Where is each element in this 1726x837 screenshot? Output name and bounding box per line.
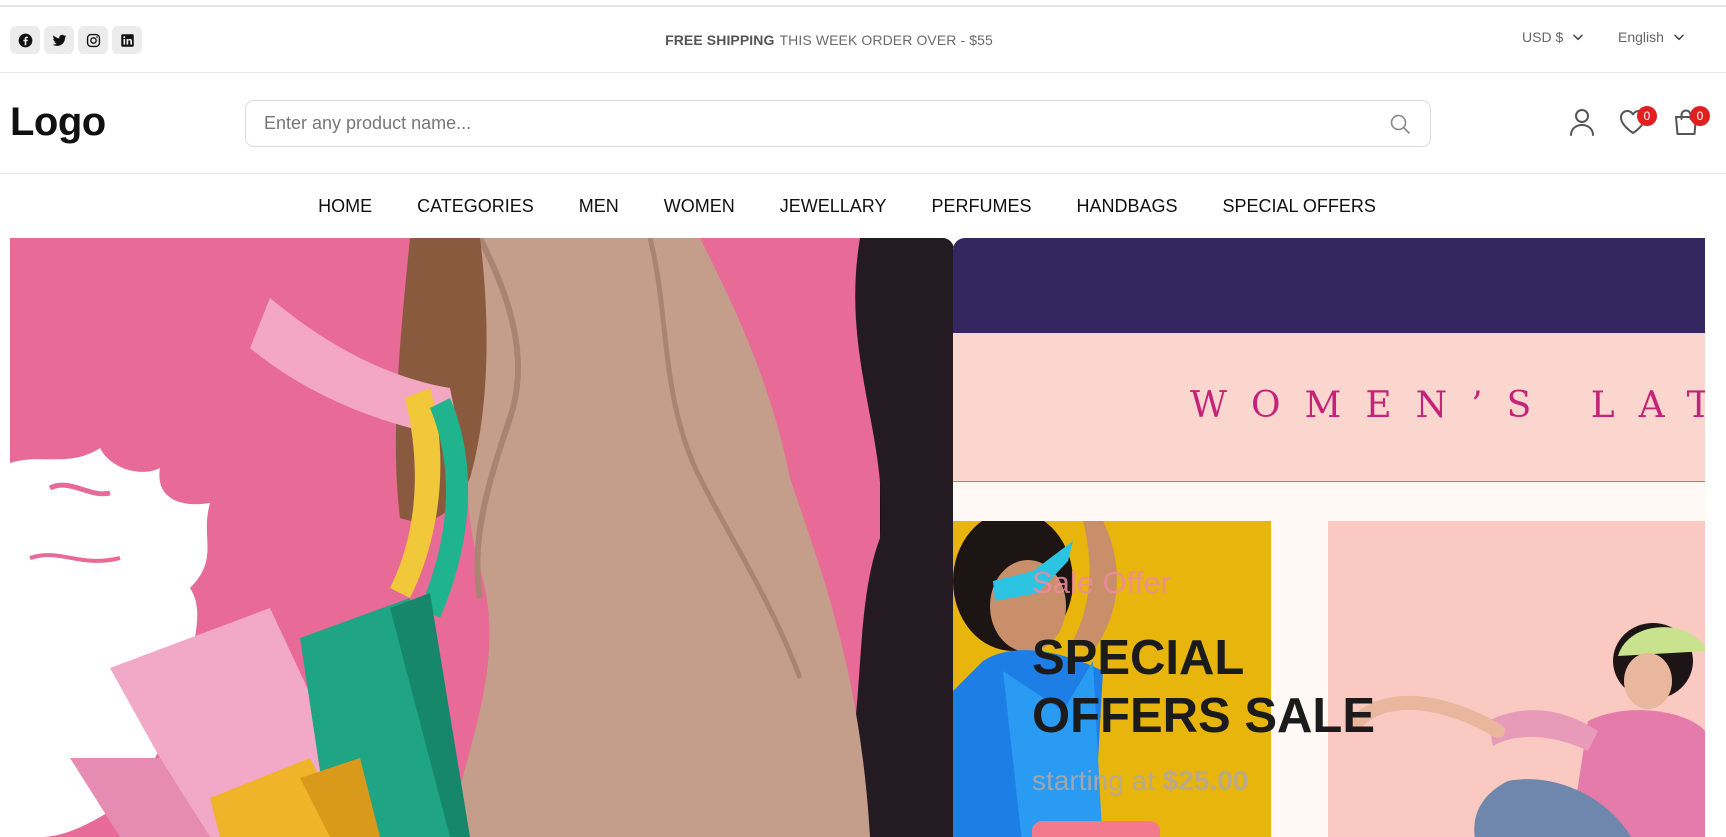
nav-item-women[interactable]: WOMEN [664,196,735,217]
shop-now-button[interactable] [1032,821,1160,837]
special-offers-banner[interactable]: WOMEN’S LAT Sale Offer SPECIAL OFFERS SA… [953,238,1705,837]
language-label: English [1618,29,1664,45]
search-button[interactable] [1378,102,1422,146]
currency-label: USD $ [1522,29,1564,45]
facebook-button[interactable] [10,26,40,54]
facebook-icon [18,33,32,47]
nav-item-special-offers[interactable]: SPECIAL OFFERS [1223,196,1376,217]
cart-button[interactable]: 0 [1670,106,1710,140]
site-header: Logo 0 0 [0,73,1726,174]
language-select[interactable]: English [1618,29,1686,45]
wishlist-count-badge: 0 [1637,106,1657,126]
social-links [10,26,142,54]
sale-offer-label: Sale Offer [1032,565,1172,600]
cart-count-badge: 0 [1690,106,1710,126]
banner-dark-band [953,238,1705,333]
top-strip: FREE SHIPPING THIS WEEK ORDER OVER - $55… [0,7,1726,73]
hero-banner-shopping-bags[interactable] [10,238,954,837]
instagram-icon [86,33,100,47]
instagram-button[interactable] [78,26,108,54]
promo-bold-text: FREE SHIPPING [665,32,775,48]
search-icon [1390,114,1410,134]
account-button[interactable] [1566,106,1600,140]
user-icon [1570,109,1594,136]
main-nav: HOME CATEGORIES MEN WOMEN JEWELLARY PERF… [0,175,1726,237]
nav-item-home[interactable]: HOME [318,196,372,217]
promo-text: THIS WEEK ORDER OVER - $55 [779,32,993,48]
chevron-down-icon [1573,34,1584,41]
nav-item-categories[interactable]: CATEGORIES [417,196,534,217]
linkedin-button[interactable] [112,26,142,54]
sale-title: SPECIAL OFFERS SALE [1032,631,1376,743]
price-prefix: starting at [1032,765,1155,796]
nav-item-jewellary[interactable]: JEWELLARY [780,196,887,217]
sale-price-text: starting at $25.00 [1032,765,1248,797]
chevron-down-icon [1674,34,1684,41]
search-input[interactable] [246,101,1378,146]
currency-select[interactable]: USD $ [1522,29,1585,45]
promo-banner: FREE SHIPPING THIS WEEK ORDER OVER - $55 [0,7,1658,73]
nav-item-perfumes[interactable]: PERFUMES [931,196,1031,217]
sale-price: $25.00 [1162,765,1249,796]
linkedin-icon [120,33,134,47]
twitter-button[interactable] [44,26,74,54]
twitter-icon [52,34,66,46]
shopping-bags-image [10,238,954,837]
nav-item-handbags[interactable]: HANDBAGS [1077,196,1178,217]
wishlist-button[interactable]: 0 [1617,106,1657,140]
collection-title: WOMEN’S LAT [1190,385,1705,426]
nav-item-men[interactable]: MEN [579,196,619,217]
search-bar [245,100,1431,147]
site-logo[interactable]: Logo [10,100,106,145]
